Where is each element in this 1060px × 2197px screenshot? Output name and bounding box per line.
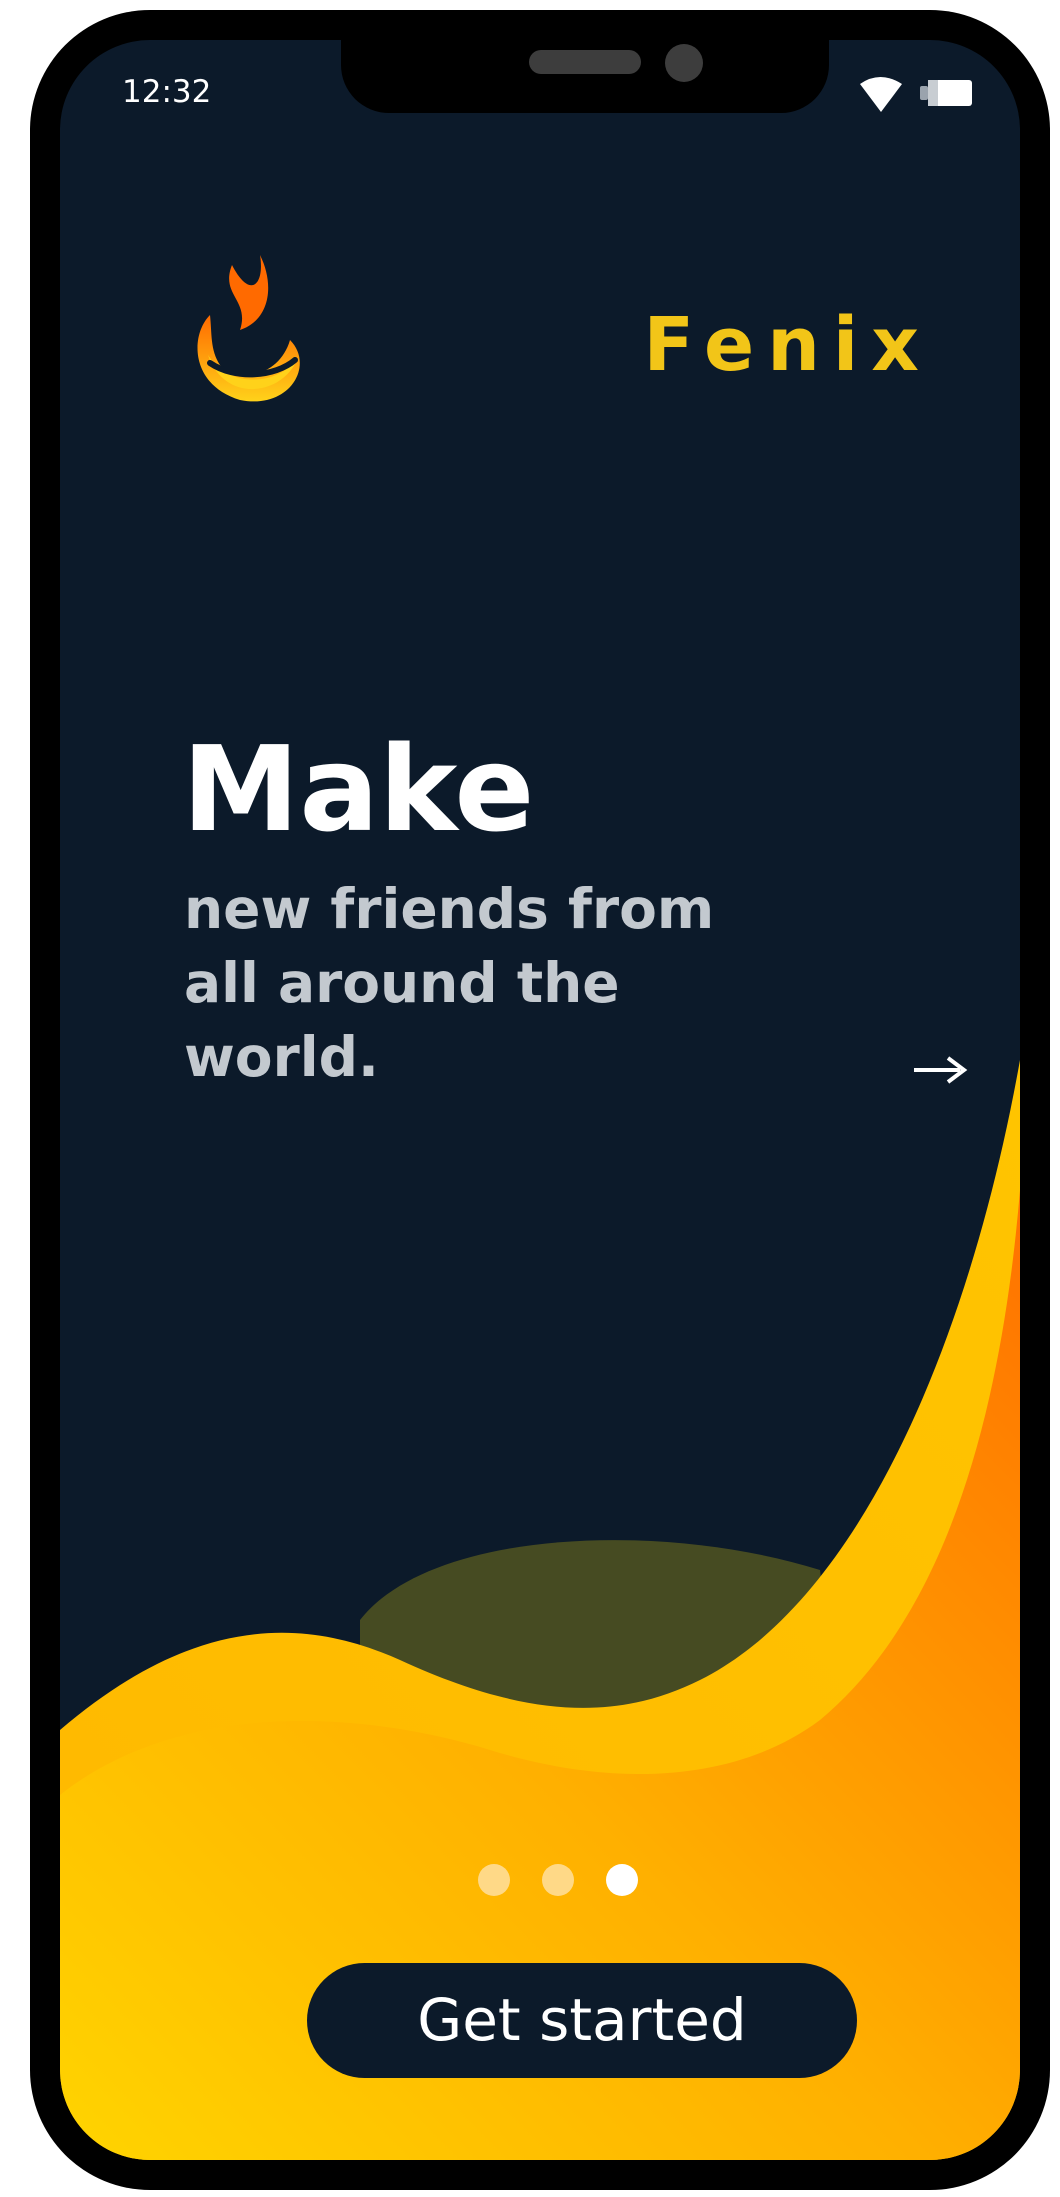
- arrow-right-icon[interactable]: [910, 1050, 968, 1090]
- speaker-grille: [529, 50, 641, 74]
- flame-logo-icon: [197, 255, 300, 402]
- status-time: 12:32: [122, 74, 212, 110]
- page-dot-2[interactable]: [542, 1864, 574, 1896]
- brand-name: Fenix: [643, 302, 932, 388]
- notch: [341, 40, 829, 113]
- page-dot-1[interactable]: [478, 1864, 510, 1896]
- page-dot-3-active[interactable]: [606, 1864, 638, 1896]
- status-icons: [860, 77, 972, 112]
- page-indicator: [478, 1864, 658, 1900]
- get-started-button[interactable]: Get started: [307, 1963, 857, 2078]
- front-camera: [665, 44, 703, 82]
- onboarding-title: Make: [182, 720, 535, 858]
- phone-frame: 12:32 Fenix Make new friends from all ar…: [30, 10, 1050, 2190]
- onboarding-subtitle: new friends from all around the world.: [184, 877, 715, 1089]
- app-screen: 12:32 Fenix Make new friends from all ar…: [60, 40, 1020, 2160]
- wifi-icon: [860, 77, 902, 112]
- battery-icon: [920, 80, 972, 106]
